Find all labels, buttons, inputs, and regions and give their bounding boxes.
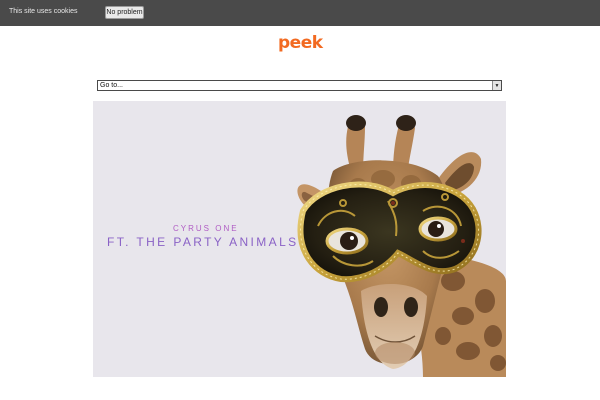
cookie-bar: This site uses cookies No problem (0, 0, 600, 26)
goto-select-value: Go to... (100, 82, 123, 89)
hero-title: FT. THE PARTY ANIMALS (107, 235, 299, 249)
hero-banner: CYRUS ONE FT. THE PARTY ANIMALS (93, 101, 506, 377)
cookie-accept-button[interactable]: No problem (105, 6, 144, 19)
hero-kicker: CYRUS ONE (173, 224, 239, 233)
cookie-message: This site uses cookies (9, 8, 78, 15)
site-logo[interactable]: peek (278, 33, 323, 53)
goto-select[interactable]: Go to... ▼ (97, 80, 502, 91)
dropdown-arrow-icon[interactable]: ▼ (492, 81, 501, 90)
